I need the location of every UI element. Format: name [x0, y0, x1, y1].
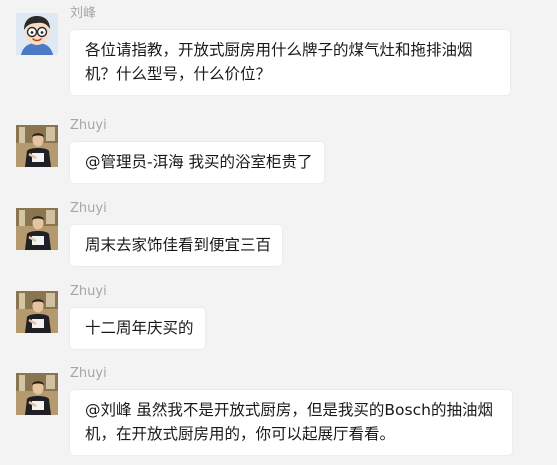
sender-name: Zhuyi	[70, 284, 107, 299]
sender-name: Zhuyi	[70, 366, 107, 381]
avatar[interactable]	[16, 125, 58, 167]
sender-name: 刘峰	[70, 6, 97, 21]
chat-message-list[interactable]: 刘峰 各位请指教，开放式厨房用什么牌子的煤气灶和拖排油烟机？什么型号，什么价位？…	[0, 0, 557, 465]
message-bubble[interactable]: 周末去家饰佳看到便宜三百	[70, 225, 283, 266]
sender-name: Zhuyi	[70, 118, 107, 133]
avatar[interactable]	[16, 291, 58, 333]
message-bubble[interactable]: 十二周年庆买的	[70, 308, 205, 349]
photo-avatar-icon	[16, 125, 58, 167]
sender-name: Zhuyi	[70, 201, 107, 216]
avatar[interactable]	[16, 373, 58, 415]
photo-avatar-icon	[16, 208, 58, 250]
avatar[interactable]	[16, 13, 58, 55]
avatar[interactable]	[16, 208, 58, 250]
message-bubble[interactable]: @刘峰 虽然我不是开放式厨房，但是我买的Bosch的抽油烟机，在开放式厨房用的，…	[70, 390, 512, 455]
message-bubble[interactable]: 各位请指教，开放式厨房用什么牌子的煤气灶和拖排油烟机？什么型号，什么价位？	[70, 30, 510, 95]
cartoon-avatar-icon	[16, 13, 58, 55]
photo-avatar-icon	[16, 373, 58, 415]
photo-avatar-icon	[16, 291, 58, 333]
message-bubble[interactable]: @管理员-洱海 我买的浴室柜贵了	[70, 142, 324, 183]
